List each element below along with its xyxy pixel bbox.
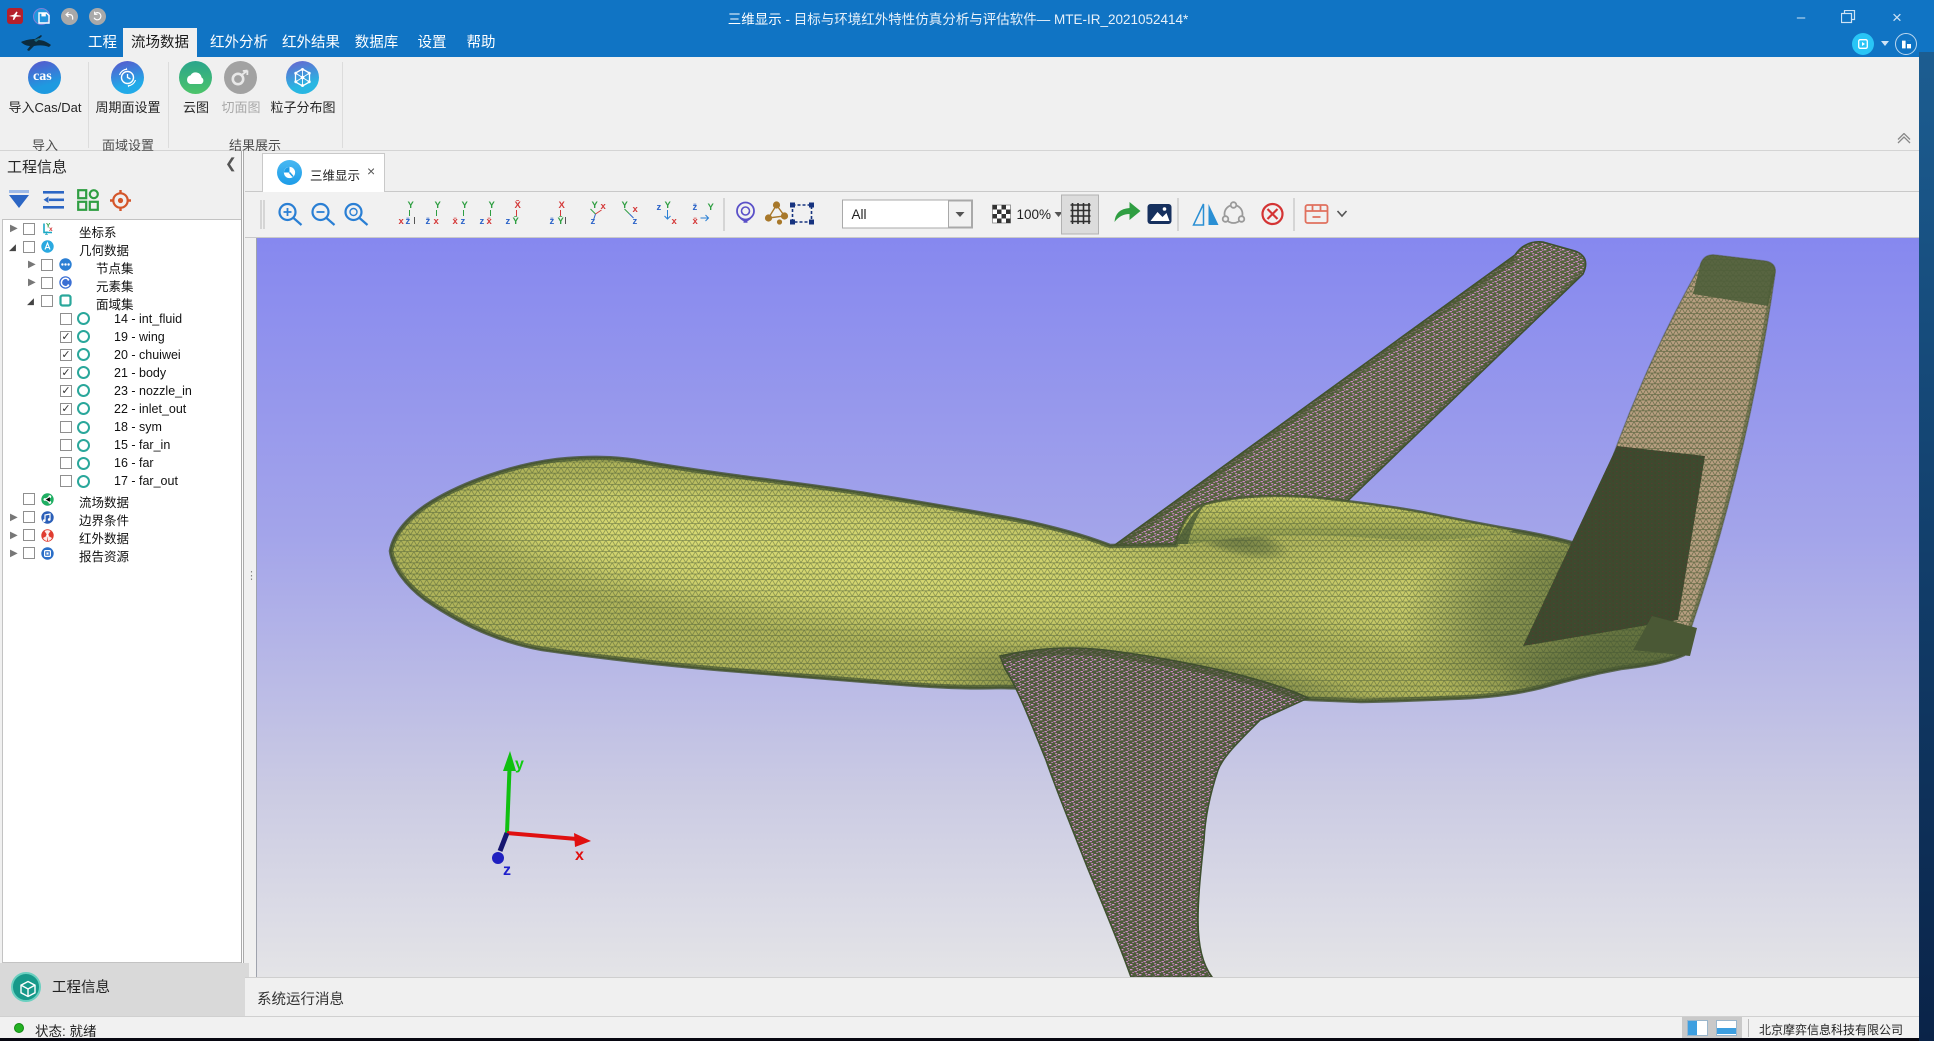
svg-text:Y: Y bbox=[489, 200, 496, 211]
svg-text:z: z bbox=[461, 216, 466, 227]
svg-text:z̄: z̄ bbox=[426, 216, 431, 227]
svg-text:z̄: z̄ bbox=[406, 216, 411, 227]
svg-text:Y: Y bbox=[708, 202, 715, 213]
svg-text:z: z bbox=[657, 202, 662, 213]
svg-text:Ȳ: Ȳ bbox=[513, 216, 520, 227]
svg-text:z̄: z̄ bbox=[550, 216, 555, 227]
svg-text:x̄: x̄ bbox=[693, 216, 699, 227]
svg-text:x̄: x̄ bbox=[453, 216, 459, 227]
svg-text:z: z bbox=[633, 216, 638, 227]
svg-text:Ȳ: Ȳ bbox=[558, 216, 565, 227]
svg-text:y: y bbox=[515, 756, 524, 773]
svg-text:x: x bbox=[399, 216, 405, 227]
svg-text:Y: Y bbox=[592, 200, 599, 211]
svg-text:Y: Y bbox=[665, 200, 672, 211]
svg-text:x: x bbox=[672, 216, 678, 227]
svg-text:z: z bbox=[506, 216, 511, 227]
svg-text:z̄: z̄ bbox=[693, 202, 698, 213]
svg-text:100%: 100% bbox=[1017, 207, 1052, 222]
svg-text:Y: Y bbox=[435, 200, 442, 211]
svg-text:x̄: x̄ bbox=[487, 216, 493, 227]
svg-text:X: X bbox=[559, 200, 566, 211]
svg-text:Y: Y bbox=[408, 200, 415, 211]
svg-text:x: x bbox=[633, 204, 639, 215]
svg-text:z: z bbox=[480, 216, 485, 227]
svg-text:x: x bbox=[601, 201, 607, 212]
svg-text:x: x bbox=[434, 216, 440, 227]
svg-text:All: All bbox=[852, 207, 867, 222]
svg-text:X̄: X̄ bbox=[515, 200, 522, 211]
svg-text:x: x bbox=[49, 226, 53, 233]
svg-text:z: z bbox=[503, 862, 511, 879]
svg-text:x: x bbox=[575, 847, 584, 864]
svg-text:Y: Y bbox=[462, 200, 469, 211]
